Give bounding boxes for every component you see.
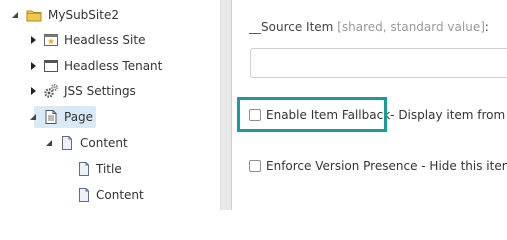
tree-node-label: Title [96,162,122,176]
expand-arrow-icon[interactable] [28,61,38,71]
tree-node-label: Content [96,188,144,202]
window-icon [43,58,59,74]
expand-arrow-icon[interactable] [28,86,38,96]
tree-node-root[interactable]: MySubSite2 [0,4,200,26]
source-item-hint: [shared, standard value] [337,20,485,34]
tree-node-content[interactable]: Content [0,132,200,154]
version-presence-label[interactable]: Enforce Version Presence - Hide this ite… [266,159,507,173]
tree-node-label: Headless Tenant [64,59,163,73]
source-item-label-text: __Source Item [249,20,334,34]
tree-node-headless-tenant[interactable]: Headless Tenant [0,55,200,77]
collapse-arrow-icon[interactable] [44,138,54,148]
tree-node-headless-site[interactable]: Headless Site [0,29,200,51]
tree-node-label: Page [64,110,94,124]
expand-arrow-icon[interactable] [28,35,38,45]
document-icon [59,135,75,151]
callout-highlight-box [237,97,387,132]
tree-node-label: Content [80,136,128,150]
collapse-arrow-icon[interactable] [10,10,20,20]
source-item-colon: : [484,20,489,34]
tree-node-label: Headless Site [64,33,146,47]
panel-splitter[interactable] [220,0,232,210]
tree-node-label: MySubSite2 [48,8,119,22]
site-star-icon [43,32,59,48]
tree-node-label: JSS Settings [64,84,136,98]
page-icon [43,109,59,125]
version-presence-checkbox[interactable] [249,160,261,172]
source-item-label: __Source Item [shared, standard value]: [249,20,489,34]
collapse-arrow-icon[interactable] [28,112,38,122]
document-icon [76,161,92,177]
version-presence-row: Enforce Version Presence - Hide this ite… [249,159,507,173]
gears-icon [43,83,59,99]
item-fallback-description: - Display item from fal [390,108,507,122]
source-item-input[interactable] [250,48,507,78]
tree-node-title[interactable]: Title [0,158,200,180]
tree-node-jss-settings[interactable]: JSS Settings [0,80,200,102]
folder-icon [26,7,42,23]
tree-node-page[interactable]: Page [0,106,200,128]
document-icon [76,187,92,203]
content-tree: MySubSite2 Headless Site Headless Tenant [0,0,220,210]
tree-node-content-field[interactable]: Content [0,184,200,206]
